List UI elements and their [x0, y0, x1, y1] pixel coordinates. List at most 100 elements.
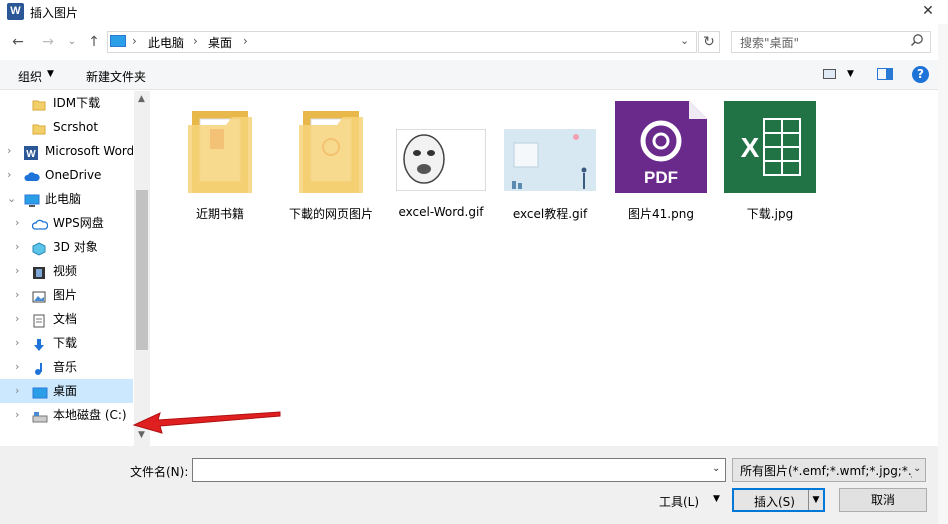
filename-input[interactable]: [192, 458, 726, 482]
chevron-right-icon[interactable]: ›: [7, 139, 11, 163]
sidebar-item-label: IDM下载: [53, 96, 101, 110]
cloud-outline-icon: [31, 216, 49, 230]
chevron-down-icon[interactable]: ⌄: [7, 187, 16, 211]
chevron-right-icon[interactable]: ›: [15, 379, 19, 403]
sidebar-item[interactable]: › 音乐: [0, 355, 133, 379]
sidebar-item[interactable]: › 桌面: [0, 379, 133, 403]
breadcrumb-separator[interactable]: ›: [132, 34, 137, 48]
sidebar-item[interactable]: › WPS网盘: [0, 211, 133, 235]
file-item-image[interactable]: X 下载.jpg: [722, 99, 818, 224]
breadcrumb-desktop[interactable]: 桌面: [208, 34, 232, 51]
tools-menu[interactable]: 工具(L): [659, 493, 699, 510]
file-item-image[interactable]: PDF 图片41.png: [613, 99, 709, 224]
scrollbar-thumb[interactable]: [136, 190, 148, 350]
close-button[interactable]: ✕: [908, 0, 948, 22]
sidebar-item-label: WPS网盘: [53, 216, 104, 230]
scroll-up-icon[interactable]: ▲: [138, 94, 145, 104]
file-name: 近期书籍: [195, 207, 244, 221]
chevron-right-icon[interactable]: ›: [15, 307, 19, 331]
svg-text:PDF: PDF: [644, 168, 678, 187]
chevron-right-icon[interactable]: ›: [15, 331, 19, 355]
view-mode-icon[interactable]: [823, 69, 836, 79]
caret-down-icon[interactable]: ▼: [847, 69, 854, 79]
folder-icon: [32, 120, 46, 135]
sidebar-item-label: 此电脑: [45, 192, 82, 206]
file-item-folder[interactable]: 近期书籍: [172, 99, 268, 224]
sidebar-item[interactable]: › 文档: [0, 307, 133, 331]
recent-locations-button[interactable]: ⌄: [62, 32, 82, 52]
sidebar-item[interactable]: ⌄ 此电脑: [0, 187, 133, 211]
file-name: excel-Word.gif: [398, 205, 484, 219]
chevron-right-icon[interactable]: ›: [15, 355, 19, 379]
video-icon: [32, 264, 46, 279]
word-icon: W: [24, 144, 38, 160]
help-icon[interactable]: ?: [912, 66, 929, 83]
window-title: 插入图片: [30, 6, 79, 20]
sidebar-item-label: 文档: [53, 312, 78, 326]
svg-text:W: W: [26, 149, 36, 160]
sidebar-item-label: 视频: [53, 264, 78, 278]
search-icon[interactable]: [910, 33, 924, 51]
sidebar-item[interactable]: › 3D 对象: [0, 235, 133, 259]
chevron-right-icon[interactable]: ›: [15, 283, 19, 307]
sidebar-item[interactable]: › 图片: [0, 283, 133, 307]
image-thumbnail: [504, 129, 596, 191]
sidebar-item[interactable]: › OneDrive: [0, 163, 133, 187]
breadcrumb-separator[interactable]: ›: [243, 34, 248, 48]
forward-button[interactable]: →: [38, 32, 58, 52]
chevron-down-icon[interactable]: ⌄: [712, 463, 720, 474]
folder-icon: [188, 111, 252, 193]
sidebar-item[interactable]: › 下载: [0, 331, 133, 355]
sidebar-item[interactable]: › 视频: [0, 259, 133, 283]
desktop-icon: [32, 384, 48, 399]
folder-icon: [32, 96, 46, 111]
new-folder-button[interactable]: 新建文件夹: [86, 68, 146, 85]
insert-options-dropdown[interactable]: ▼: [808, 490, 823, 510]
sidebar-item[interactable]: IDM下载: [0, 91, 133, 115]
chevron-right-icon[interactable]: ›: [15, 211, 19, 235]
picture-icon: [32, 288, 46, 303]
refresh-button[interactable]: ↻: [698, 31, 720, 53]
sidebar-item-label: 3D 对象: [53, 240, 98, 254]
file-name: 下载.jpg: [746, 207, 794, 221]
chevron-right-icon[interactable]: ›: [7, 163, 11, 187]
breadcrumb-separator[interactable]: ›: [193, 34, 198, 48]
sidebar-item-label: 下载: [53, 336, 78, 350]
image-thumbnail: [396, 129, 486, 191]
chevron-right-icon[interactable]: ›: [15, 235, 19, 259]
file-name: excel教程.gif: [512, 207, 588, 221]
window-edge: [938, 24, 948, 524]
chevron-down-icon[interactable]: ⌄: [680, 34, 689, 47]
cloud-icon: [24, 168, 40, 182]
sidebar-item-label: 桌面: [53, 384, 78, 398]
download-icon: [32, 336, 46, 351]
organize-menu[interactable]: 组织: [18, 68, 42, 85]
file-item-image[interactable]: excel-Word.gif: [393, 99, 489, 224]
sidebar-item-label: 音乐: [53, 360, 78, 374]
insert-button-label: 插入(S): [754, 495, 795, 509]
search-placeholder: 搜索"桌面": [740, 36, 800, 50]
title-bar: [0, 0, 948, 24]
file-item-folder[interactable]: 下載的网页图片: [283, 99, 379, 224]
file-name: 图片41.png: [628, 207, 694, 221]
chevron-down-icon[interactable]: ⌄: [913, 463, 921, 474]
preview-pane-icon[interactable]: [877, 68, 893, 80]
pdf-icon: PDF: [615, 101, 707, 193]
back-button[interactable]: ←: [8, 32, 28, 52]
caret-down-icon[interactable]: ▼: [713, 494, 720, 504]
file-item-image[interactable]: excel教程.gif: [502, 99, 598, 224]
annotation-arrow: [132, 411, 281, 434]
document-icon: [32, 312, 46, 328]
sidebar-item[interactable]: › W Microsoft Word: [0, 139, 133, 163]
breadcrumb-this-pc[interactable]: 此电脑: [148, 34, 184, 51]
folder-icon: [299, 111, 363, 193]
drive-icon: [32, 408, 48, 423]
sidebar-item[interactable]: › 本地磁盘 (C:): [0, 403, 133, 427]
up-button[interactable]: ↑: [84, 32, 104, 52]
cancel-button[interactable]: 取消: [839, 488, 927, 512]
caret-down-icon[interactable]: ▼: [47, 69, 54, 79]
pc-icon: [24, 192, 40, 207]
sidebar-item[interactable]: Scrshot: [0, 115, 133, 139]
chevron-right-icon[interactable]: ›: [15, 259, 19, 283]
chevron-right-icon[interactable]: ›: [15, 403, 19, 427]
